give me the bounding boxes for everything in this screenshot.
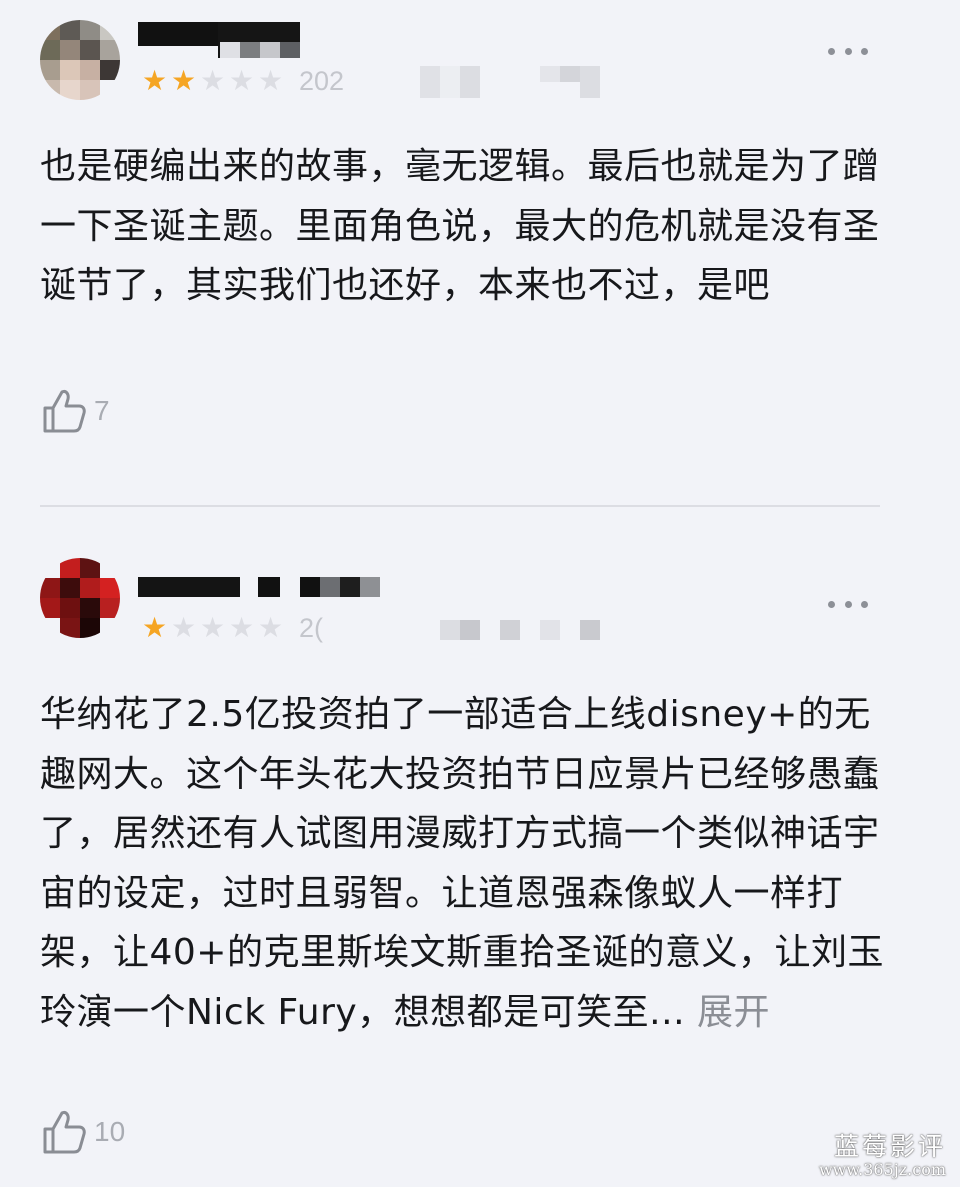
like-button[interactable]: 10	[42, 1109, 125, 1155]
divider	[40, 505, 880, 507]
watermark: 蓝莓影评 www.365jz.com	[819, 1133, 946, 1179]
review-text: 华纳花了2.5亿投资拍了一部适合上线disney+的无趣网大。这个年头花大投资拍…	[40, 685, 900, 1042]
more-dots-icon[interactable]	[828, 41, 868, 61]
star-icon: ★	[170, 64, 197, 97]
like-button[interactable]: 7	[42, 388, 110, 434]
star-icon: ★	[141, 64, 168, 97]
review-meta: ★ ★ ★ ★ ★ 2(	[140, 613, 323, 643]
vote-count: 202	[299, 65, 345, 96]
star-icon: ★	[199, 611, 226, 644]
like-count: 10	[94, 1116, 126, 1147]
avatar[interactable]	[40, 558, 120, 638]
avatar[interactable]	[40, 20, 120, 100]
review-body: 也是硬编出来的故事，毫无逻辑。最后也就是为了蹭一下圣诞主题。里面角色说，最大的危…	[40, 146, 880, 306]
vote-count: 2(	[299, 612, 324, 643]
review-body: 华纳花了2.5亿投资拍了一部适合上线disney+的无趣网大。这个年头花大投资拍…	[40, 694, 884, 1033]
star-icon: ★	[257, 64, 284, 97]
star-icon: ★	[257, 611, 284, 644]
review-item: ★ ★ ★ ★ ★ 202 也是硬编出来的故事，毫无逻辑。最后也就是为了蹭一下圣…	[0, 0, 960, 505]
review-meta: ★ ★ ★ ★ ★ 202	[140, 66, 344, 96]
expand-link[interactable]: 展开	[697, 992, 770, 1033]
watermark-title: 蓝莓影评	[833, 1132, 946, 1161]
star-icon: ★	[141, 611, 168, 644]
rating-stars: ★ ★ ★ ★ ★	[140, 613, 285, 643]
star-icon: ★	[170, 611, 197, 644]
thumbs-up-icon	[43, 390, 86, 433]
star-icon: ★	[199, 64, 226, 97]
star-icon: ★	[228, 611, 255, 644]
more-dots-icon[interactable]	[828, 594, 868, 614]
thumbs-up-icon	[43, 1111, 86, 1154]
rating-stars: ★ ★ ★ ★ ★	[140, 66, 285, 96]
watermark-url: www.365jz.com	[818, 1160, 946, 1179]
review-text: 也是硬编出来的故事，毫无逻辑。最后也就是为了蹭一下圣诞主题。里面角色说，最大的危…	[40, 137, 900, 316]
like-count: 7	[94, 395, 110, 426]
star-icon: ★	[228, 64, 255, 97]
review-item: ★ ★ ★ ★ ★ 2( 华纳花了2.5亿投资拍了一部适合上线disney+的无…	[0, 505, 960, 1187]
